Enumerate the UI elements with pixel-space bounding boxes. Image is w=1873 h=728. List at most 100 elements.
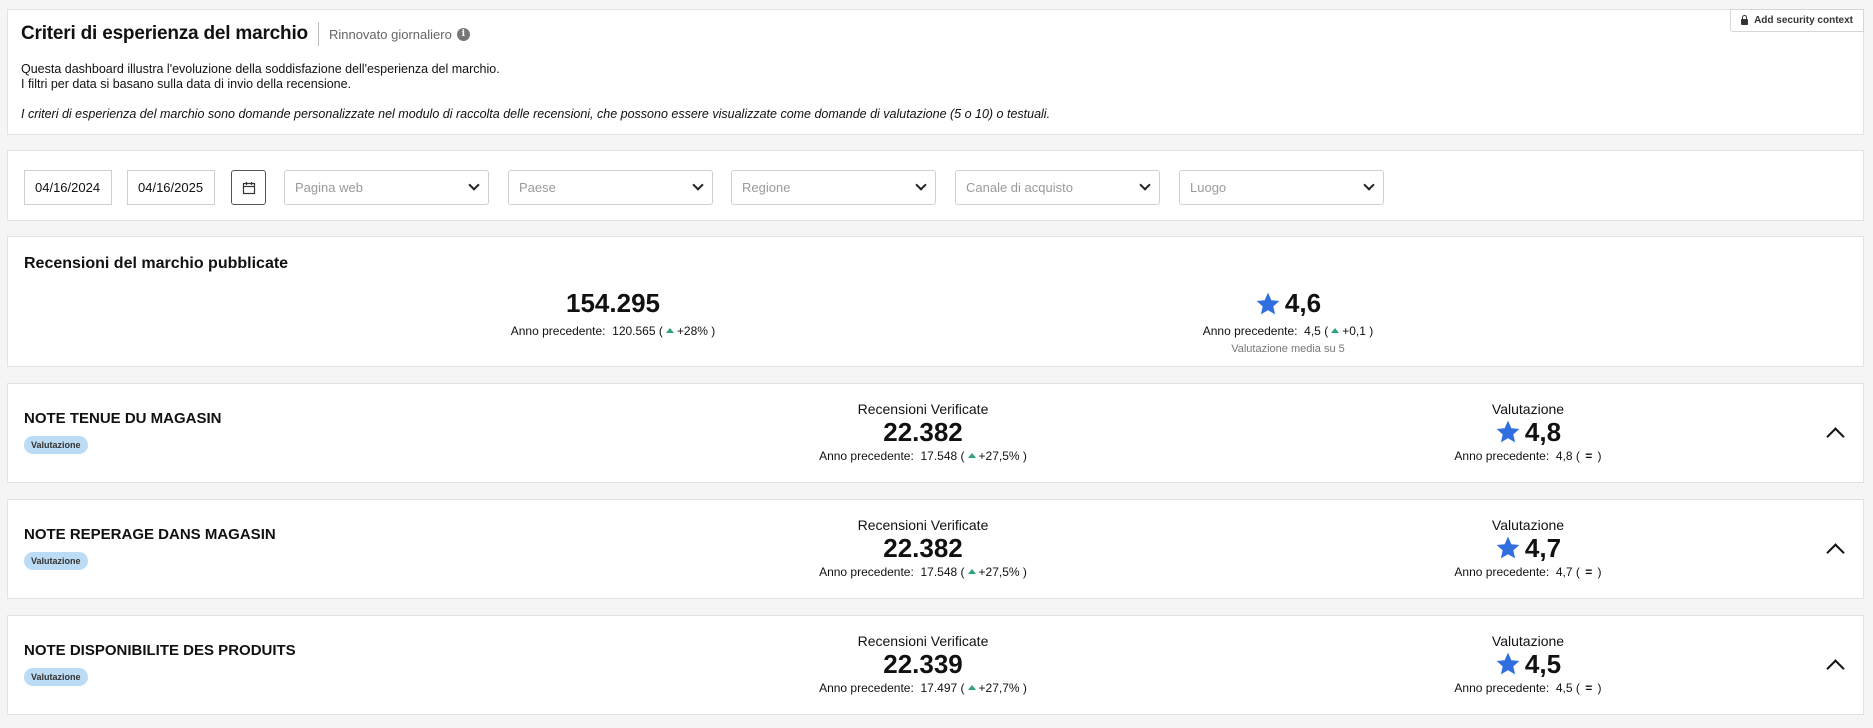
rating-value: 4,8 [1524, 417, 1562, 447]
rating-label: Valutazione [1491, 517, 1565, 533]
rating-value: 4,5 [1524, 649, 1562, 679]
verified-reviews-value: 22.382 [883, 417, 963, 447]
previous-year-value: 4,7 [1555, 565, 1573, 579]
calendar-button[interactable] [231, 170, 266, 205]
collapse-button[interactable] [1823, 536, 1847, 562]
total-reviews-metric: 154.295 Anno precedente: 120.565 (+28% ) [408, 288, 818, 338]
previous-year-label: Anno precedente: [1202, 324, 1298, 338]
previous-year-label: Anno precedente: [1454, 565, 1550, 579]
change-value: +27,5% [978, 565, 1020, 579]
rating-label: Valutazione [1491, 401, 1565, 417]
criterion-name: NOTE REPERAGE DANS MAGASIN [24, 526, 276, 543]
previous-year-label: Anno precedente: [1454, 681, 1550, 695]
rating: 4,5 [1323, 650, 1733, 678]
previous-year-label: Anno precedente: [819, 449, 914, 463]
verified-reviews-metric: Recensioni Verificate 22.382 Anno preced… [718, 401, 1128, 463]
brand-reviews-summary-card: Recensioni del marchio pubblicate 154.29… [7, 236, 1864, 367]
lock-icon [1741, 14, 1749, 25]
rating: 4,7 [1323, 534, 1733, 562]
equal-icon: = [1585, 565, 1593, 579]
change-value: +27,5% [978, 449, 1020, 463]
verified-reviews-value: 22.382 [883, 533, 963, 563]
verified-reviews-previous: Anno precedente: 17.497 (+27,7% ) [819, 681, 1027, 695]
select-luogo[interactable]: Luogo [1179, 170, 1384, 205]
trend-up-icon [665, 328, 674, 334]
rating-metric: Valutazione 4,8 Anno precedente: 4,8 ( =… [1323, 401, 1733, 463]
select-placeholder: Pagina web [295, 180, 363, 195]
trend-up-icon [967, 453, 976, 459]
rating-value: 4,7 [1524, 533, 1562, 563]
previous-year-value: 17.548 [920, 449, 958, 463]
chevron-down-icon [915, 179, 927, 191]
description-italic: I criteri di esperienza del marchio sono… [21, 107, 1051, 121]
criterion-name: NOTE TENUE DU MAGASIN [24, 410, 222, 427]
previous-year-label: Anno precedente: [819, 565, 914, 579]
star-icon [1496, 420, 1520, 443]
chevron-up-icon [1825, 542, 1845, 562]
chevron-up-icon [1825, 658, 1845, 678]
collapse-button[interactable] [1823, 652, 1847, 678]
description: Questa dashboard illustra l'evoluzione d… [21, 62, 500, 92]
select-placeholder: Luogo [1190, 180, 1227, 195]
select-placeholder: Paese [519, 180, 556, 195]
rating: 4,8 [1323, 418, 1733, 446]
title-row: Criteri di esperienza del marchio Rinnov… [21, 22, 470, 46]
select-paese[interactable]: Paese [508, 170, 713, 205]
rating-label: Valutazione [1491, 633, 1565, 649]
description-line-1: Questa dashboard illustra l'evoluzione d… [21, 62, 500, 76]
star-icon [1496, 536, 1520, 559]
rating-previous: Anno precedente: 4,5 ( = ) [1454, 681, 1602, 695]
chevron-down-icon [1139, 179, 1151, 191]
refresh-subtitle: Rinnovato giornaliero [328, 26, 452, 42]
criterion-type-badge: Valutazione [24, 436, 88, 454]
verified-reviews-label: Recensioni Verificate [857, 517, 989, 533]
criterion-card: NOTE TENUE DU MAGASIN Valutazione Recens… [7, 383, 1864, 483]
equal-icon: = [1585, 449, 1593, 463]
verified-reviews-value: 22.339 [883, 649, 963, 679]
description-line-2: I filtri per data si basano sulla data d… [21, 77, 352, 91]
equal-icon: = [1585, 681, 1593, 695]
previous-year-value: 17.497 [920, 681, 958, 695]
previous-year-label: Anno precedente: [819, 681, 914, 695]
criterion-type-badge: Valutazione [24, 552, 88, 570]
verified-reviews-label: Recensioni Verificate [857, 633, 989, 649]
start-date-input[interactable]: 04/16/2024 [24, 170, 112, 205]
previous-year-label: Anno precedente: [1454, 449, 1550, 463]
summary-title: Recensioni del marchio pubblicate [24, 255, 289, 272]
select-regione[interactable]: Regione [731, 170, 936, 205]
verified-reviews-previous: Anno precedente: 17.548 (+27,5% ) [819, 565, 1027, 579]
previous-year-value: 17.548 [920, 565, 958, 579]
chevron-up-icon [1825, 426, 1845, 446]
add-security-context-button[interactable]: Add security context [1730, 9, 1864, 32]
select-canale-di-acquisto[interactable]: Canale di acquisto [955, 170, 1160, 205]
title-divider [317, 22, 319, 46]
verified-reviews-metric: Recensioni Verificate 22.339 Anno preced… [718, 633, 1128, 695]
page-title: Criteri di esperienza del marchio [21, 23, 308, 44]
change-value: +0,1 [1342, 324, 1366, 338]
change-value: +28% [676, 324, 708, 338]
info-icon[interactable]: i [456, 27, 470, 41]
criterion-name: NOTE DISPONIBILITE DES PRODUITS [24, 642, 296, 659]
end-date-input[interactable]: 04/16/2025 [127, 170, 215, 205]
criterion-type-badge: Valutazione [24, 668, 88, 686]
select-pagina-web[interactable]: Pagina web [284, 170, 489, 205]
trend-up-icon [967, 569, 976, 575]
chevron-down-icon [468, 179, 480, 191]
select-placeholder: Canale di acquisto [966, 180, 1073, 195]
average-rating-value: 4,6 [1284, 288, 1322, 318]
calendar-icon [242, 181, 255, 194]
total-reviews-value: 154.295 [566, 288, 660, 318]
rating-metric: Valutazione 4,7 Anno precedente: 4,7 ( =… [1323, 517, 1733, 579]
chevron-down-icon [692, 179, 704, 191]
verified-reviews-label: Recensioni Verificate [857, 401, 989, 417]
rating-scale-note: Valutazione media su 5 [1231, 343, 1345, 355]
collapse-button[interactable] [1823, 420, 1847, 446]
change-value: +27,7% [978, 681, 1020, 695]
rating-metric: Valutazione 4,5 Anno precedente: 4,5 ( =… [1323, 633, 1733, 695]
trend-up-icon [967, 685, 976, 691]
average-rating: 4,6 [1083, 288, 1493, 319]
total-reviews-previous: Anno precedente: 120.565 (+28% ) [510, 324, 716, 338]
verified-reviews-previous: Anno precedente: 17.548 (+27,5% ) [819, 449, 1027, 463]
previous-year-label: Anno precedente: [510, 324, 606, 338]
rating-previous: Anno precedente: 4,8 ( = ) [1454, 449, 1602, 463]
